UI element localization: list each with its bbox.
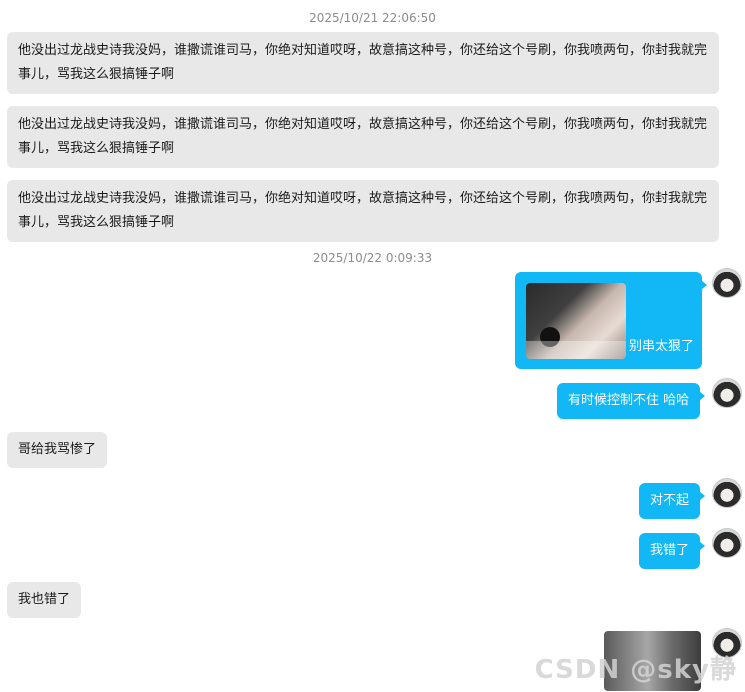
- avatar[interactable]: [712, 528, 742, 558]
- watermark: CSDN @sky静: [534, 655, 737, 685]
- image-caption: 别串太狠了: [629, 339, 695, 354]
- incoming-message[interactable]: 我也错了: [7, 582, 82, 618]
- chat-panel[interactable]: 2025/10/21 22:06:50 他没出过龙战史诗我没妈，谁撒谎谁司马，你…: [0, 0, 745, 692]
- photo-band: [526, 341, 626, 359]
- incoming-message[interactable]: 他没出过龙战史诗我没妈，谁撒谎谁司马，你绝对知道哎呀，故意搞这种号，你还给这个号…: [7, 106, 719, 168]
- outgoing-message[interactable]: 我错了: [639, 533, 706, 569]
- outgoing-image-message[interactable]: 别串太狠了: [515, 272, 707, 369]
- outgoing-message[interactable]: 有时候控制不住 哈哈: [557, 383, 706, 419]
- incoming-message[interactable]: 他没出过龙战史诗我没妈，谁撒谎谁司马，你绝对知道哎呀，故意搞这种号，你还给这个号…: [7, 32, 719, 94]
- timestamp: 2025/10/21 22:06:50: [309, 11, 436, 25]
- incoming-message[interactable]: 他没出过龙战史诗我没妈，谁撒谎谁司马，你绝对知道哎呀，故意搞这种号，你还给这个号…: [7, 180, 719, 242]
- timestamp: 2025/10/22 0:09:33: [312, 251, 433, 265]
- meme-photo[interactable]: [526, 283, 626, 359]
- avatar[interactable]: [712, 378, 742, 408]
- outgoing-message[interactable]: 对不起: [639, 483, 706, 519]
- avatar[interactable]: [712, 478, 742, 508]
- incoming-message[interactable]: 哥给我骂惨了: [7, 432, 108, 468]
- avatar[interactable]: [712, 268, 742, 298]
